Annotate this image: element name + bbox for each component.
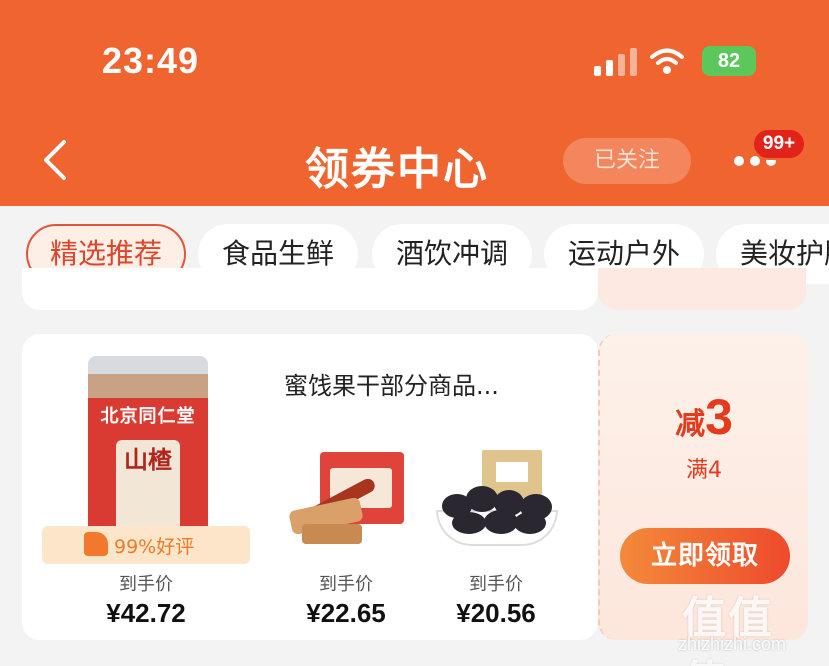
rating-badge: 99%好评 [42, 526, 250, 564]
price-label: 到手价 [469, 574, 523, 595]
rating-text: 99%好评 [114, 536, 195, 558]
product-brand: 北京同仁堂 [100, 406, 196, 427]
price-label: 到手价 [319, 574, 373, 595]
watermark-url: zhizhizhi.com [678, 634, 787, 654]
previous-coupon [598, 268, 806, 310]
thumbs-up-icon [84, 532, 108, 556]
prunes-image [436, 450, 558, 550]
watermark: 值值值 zhizhizhi.com [674, 582, 824, 666]
wifi-icon [650, 48, 684, 74]
product-card[interactable]: 北京同仁堂 山楂 99%好评 到手价 ¥42.72 蜜饯果干部分商品... 到手… [22, 334, 598, 640]
coupon-amount: 减3 [675, 389, 733, 445]
previous-product-card [22, 268, 598, 310]
coupon-condition: 满4 [686, 458, 722, 483]
product-price: ¥20.56 [456, 598, 536, 628]
product-price: ¥42.72 [106, 598, 186, 628]
signal-icon [594, 48, 638, 76]
follow-button[interactable]: 已关注 [563, 138, 691, 184]
price-label: 到手价 [119, 574, 173, 595]
product-label: 山楂 [116, 440, 180, 536]
back-button[interactable] [40, 138, 70, 182]
snack-box-image [288, 452, 404, 548]
message-count-badge: 99+ [752, 128, 806, 160]
top-bar: 23:49 82 领券中心 已关注 99+ [0, 0, 829, 206]
battery-indicator: 82 [702, 46, 756, 76]
hawthorn-can-image: 北京同仁堂 山楂 [88, 356, 208, 546]
status-time: 23:49 [102, 40, 200, 81]
page-title: 领券中心 [305, 144, 489, 195]
product-title: 蜜饯果干部分商品... [284, 372, 499, 400]
claim-coupon-button[interactable]: 立即领取 [620, 528, 790, 584]
watermark-logo: 值值值 [682, 593, 774, 666]
product-price: ¥22.65 [306, 598, 386, 628]
